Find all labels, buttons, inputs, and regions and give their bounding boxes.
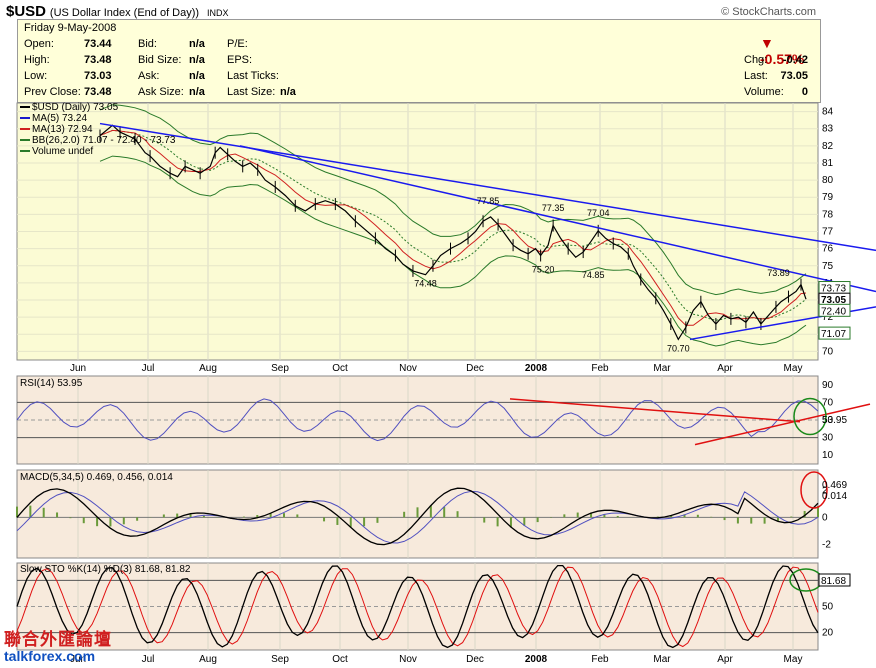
rsi-tick-label: 30 — [822, 433, 834, 444]
price-tick-label: 79 — [822, 192, 834, 203]
x-tick-label: Sep — [271, 654, 289, 665]
price-annotation: 77.35 — [542, 203, 565, 213]
x-tick-label: Sep — [271, 363, 289, 374]
x-tick-label: Dec — [466, 654, 484, 665]
macd-tick-label: -2 — [822, 539, 831, 550]
price-annotation: 74.85 — [582, 270, 605, 280]
price-tick-label: 82 — [822, 141, 834, 152]
price-annotation: 77.85 — [477, 196, 500, 206]
legend-entry: BB(26,2.0) 71.07 - 72.40 - 73.73 — [32, 135, 176, 146]
x-tick-label: Jul — [142, 363, 155, 374]
price-tag: 71.07 — [821, 329, 846, 340]
x-tick-label: 2008 — [525, 363, 548, 374]
x-tick-label: Apr — [717, 654, 733, 665]
x-tick-label: Jul — [142, 654, 155, 665]
price-tick-label: 80 — [822, 175, 834, 186]
macd-tag-2: 0.014 — [822, 491, 847, 502]
price-tick-label: 84 — [822, 107, 834, 118]
x-tick-label: Aug — [199, 654, 217, 665]
x-tick-label: Jun — [70, 363, 86, 374]
legend-entry: Volume undef — [32, 146, 93, 157]
macd-legend: MACD(5,34,5) 0.469, 0.456, 0.014 — [20, 472, 173, 483]
price-tag: 72.40 — [821, 306, 846, 317]
price-tick-label: 76 — [822, 244, 834, 255]
x-tick-label: May — [784, 363, 803, 374]
legend-entry: MA(13) 72.94 — [32, 124, 93, 135]
x-tick-label: 2008 — [525, 654, 548, 665]
x-tick-label: Aug — [199, 363, 217, 374]
price-tick-label: 78 — [822, 209, 834, 220]
price-annotation: 77.04 — [587, 208, 610, 218]
watermark-cn: 聯合外匯論壇 — [4, 630, 112, 649]
rsi-value-tag: 53.95 — [822, 415, 847, 426]
macd-tag-1: 0.469 — [822, 480, 847, 491]
sto-legend: Slow STO %K(14) %D(3) 81.68, 81.82 — [20, 564, 191, 575]
x-tick-label: Nov — [399, 363, 417, 374]
x-tick-label: Mar — [653, 654, 671, 665]
chart-canvas: JunJunJulJulAugAugSepSepOctOctNovNovDecD… — [16, 102, 876, 665]
price-tick-label: 77 — [822, 227, 834, 238]
macd-tick-label: 0 — [822, 512, 828, 523]
rsi-tick-label: 90 — [822, 380, 834, 391]
sto-value-tag: 81.68 — [821, 576, 846, 587]
x-tick-label: Mar — [653, 363, 671, 374]
x-tick-label: Oct — [332, 363, 348, 374]
price-annotation: 75.20 — [532, 265, 555, 275]
rsi-legend: RSI(14) 53.95 — [20, 378, 83, 389]
price-annotation: 73.89 — [767, 268, 790, 278]
x-tick-label: May — [784, 654, 803, 665]
x-tick-label: Nov — [399, 654, 417, 665]
sto-tick-label: 20 — [822, 628, 834, 639]
x-tick-label: Oct — [332, 654, 348, 665]
price-tick-label: 81 — [822, 158, 834, 169]
legend-entry: $USD (Daily) 73.05 — [32, 102, 119, 113]
legend-entry: MA(5) 73.24 — [32, 113, 87, 124]
price-tick-label: 83 — [822, 124, 834, 135]
price-tick-label: 70 — [822, 346, 834, 357]
rsi-tick-label: 10 — [822, 450, 834, 461]
x-tick-label: Dec — [466, 363, 484, 374]
x-tick-label: Feb — [591, 363, 609, 374]
x-tick-label: Apr — [717, 363, 733, 374]
x-tick-label: Feb — [591, 654, 609, 665]
price-tick-label: 75 — [822, 261, 834, 272]
watermark-en: talkforex.com — [4, 648, 96, 664]
price-annotation: 70.70 — [667, 343, 690, 353]
sto-tick-label: 50 — [822, 602, 834, 613]
price-annotation: 74.48 — [414, 278, 437, 288]
